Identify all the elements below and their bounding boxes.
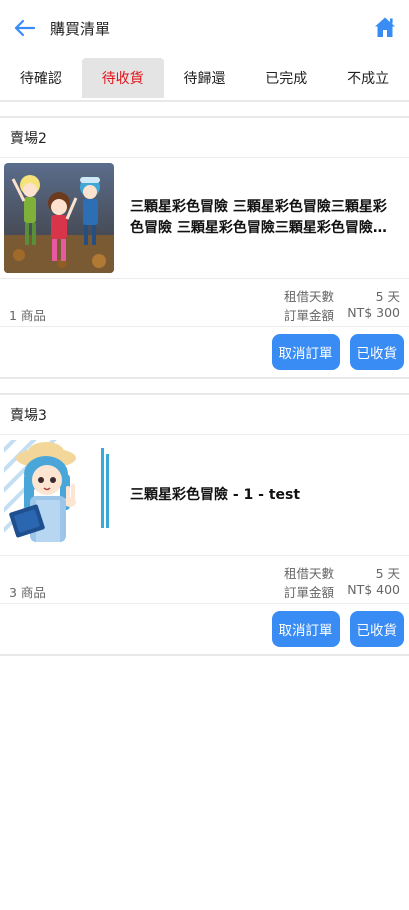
product-thumbnail[interactable] bbox=[4, 163, 114, 273]
shop-name[interactable]: 賣場2 bbox=[0, 118, 409, 158]
item-count: 3 商品 bbox=[9, 585, 46, 600]
order-card: 賣場3 三顆星彩色冒險 - 1 - test 租借天數 5 天 3 商品 訂單金… bbox=[0, 395, 409, 654]
order-total-value: NT$ 400 bbox=[347, 582, 400, 597]
confirm-received-button[interactable]: 已收貨 bbox=[349, 334, 404, 370]
home-icon bbox=[375, 17, 395, 37]
arrow-left-icon bbox=[14, 19, 36, 37]
tab-completed[interactable]: 已完成 bbox=[245, 58, 327, 98]
page-title: 購買清單 bbox=[50, 20, 111, 38]
order-status-tabs: 待確認 待收貨 待歸還 已完成 不成立 bbox=[0, 58, 409, 100]
order-summary: 租借天數 5 天 1 商品 訂單金額 NT$ 300 bbox=[0, 279, 409, 327]
order-total-label: 訂單金額 bbox=[284, 308, 335, 323]
tab-failed[interactable]: 不成立 bbox=[327, 58, 409, 98]
product-thumbnail[interactable] bbox=[4, 440, 114, 550]
product-name[interactable]: 三顆星彩色冒險 三顆星彩色冒險三顆星彩色冒險 三顆星彩色冒險三顆星彩色冒險三顆星… bbox=[130, 197, 399, 239]
cancel-order-button[interactable]: 取消訂單 bbox=[271, 611, 340, 647]
order-total-value: NT$ 300 bbox=[347, 305, 400, 320]
shop-name[interactable]: 賣場3 bbox=[0, 395, 409, 435]
confirm-received-button[interactable]: 已收貨 bbox=[349, 611, 404, 647]
divider-band bbox=[0, 377, 409, 395]
top-bar: 購買清單 bbox=[0, 0, 409, 58]
order-actions: 取消訂單 已收貨 bbox=[0, 604, 409, 654]
tab-pending-confirm[interactable]: 待確認 bbox=[0, 58, 82, 98]
divider-band bbox=[0, 100, 409, 118]
product-row[interactable]: 三顆星彩色冒險 - 1 - test bbox=[0, 435, 409, 556]
order-actions: 取消訂單 已收貨 bbox=[0, 327, 409, 377]
tab-pending-receipt[interactable]: 待收貨 bbox=[81, 58, 164, 98]
cancel-order-button[interactable]: 取消訂單 bbox=[271, 334, 340, 370]
product-row[interactable]: 三顆星彩色冒險 三顆星彩色冒險三顆星彩色冒險 三顆星彩色冒險三顆星彩色冒險三顆星… bbox=[0, 158, 409, 279]
home-button[interactable] bbox=[374, 16, 396, 38]
rental-days-label: 租借天數 bbox=[284, 289, 335, 304]
rental-days-value: 5 天 bbox=[375, 289, 400, 304]
tab-pending-return[interactable]: 待歸還 bbox=[164, 58, 246, 98]
rental-days-value: 5 天 bbox=[375, 566, 400, 581]
item-count: 1 商品 bbox=[9, 308, 46, 323]
divider-band bbox=[0, 654, 409, 656]
order-total-label: 訂單金額 bbox=[284, 585, 335, 600]
order-card: 賣場2 三顆星彩色冒險 三顆星彩色冒險三顆星彩色冒險 三顆星彩色冒險三顆星彩色冒… bbox=[0, 118, 409, 377]
product-name[interactable]: 三顆星彩色冒險 - 1 - test bbox=[130, 485, 300, 506]
rental-days-label: 租借天數 bbox=[284, 566, 335, 581]
back-button[interactable] bbox=[12, 16, 38, 40]
order-summary: 租借天數 5 天 3 商品 訂單金額 NT$ 400 bbox=[0, 556, 409, 604]
